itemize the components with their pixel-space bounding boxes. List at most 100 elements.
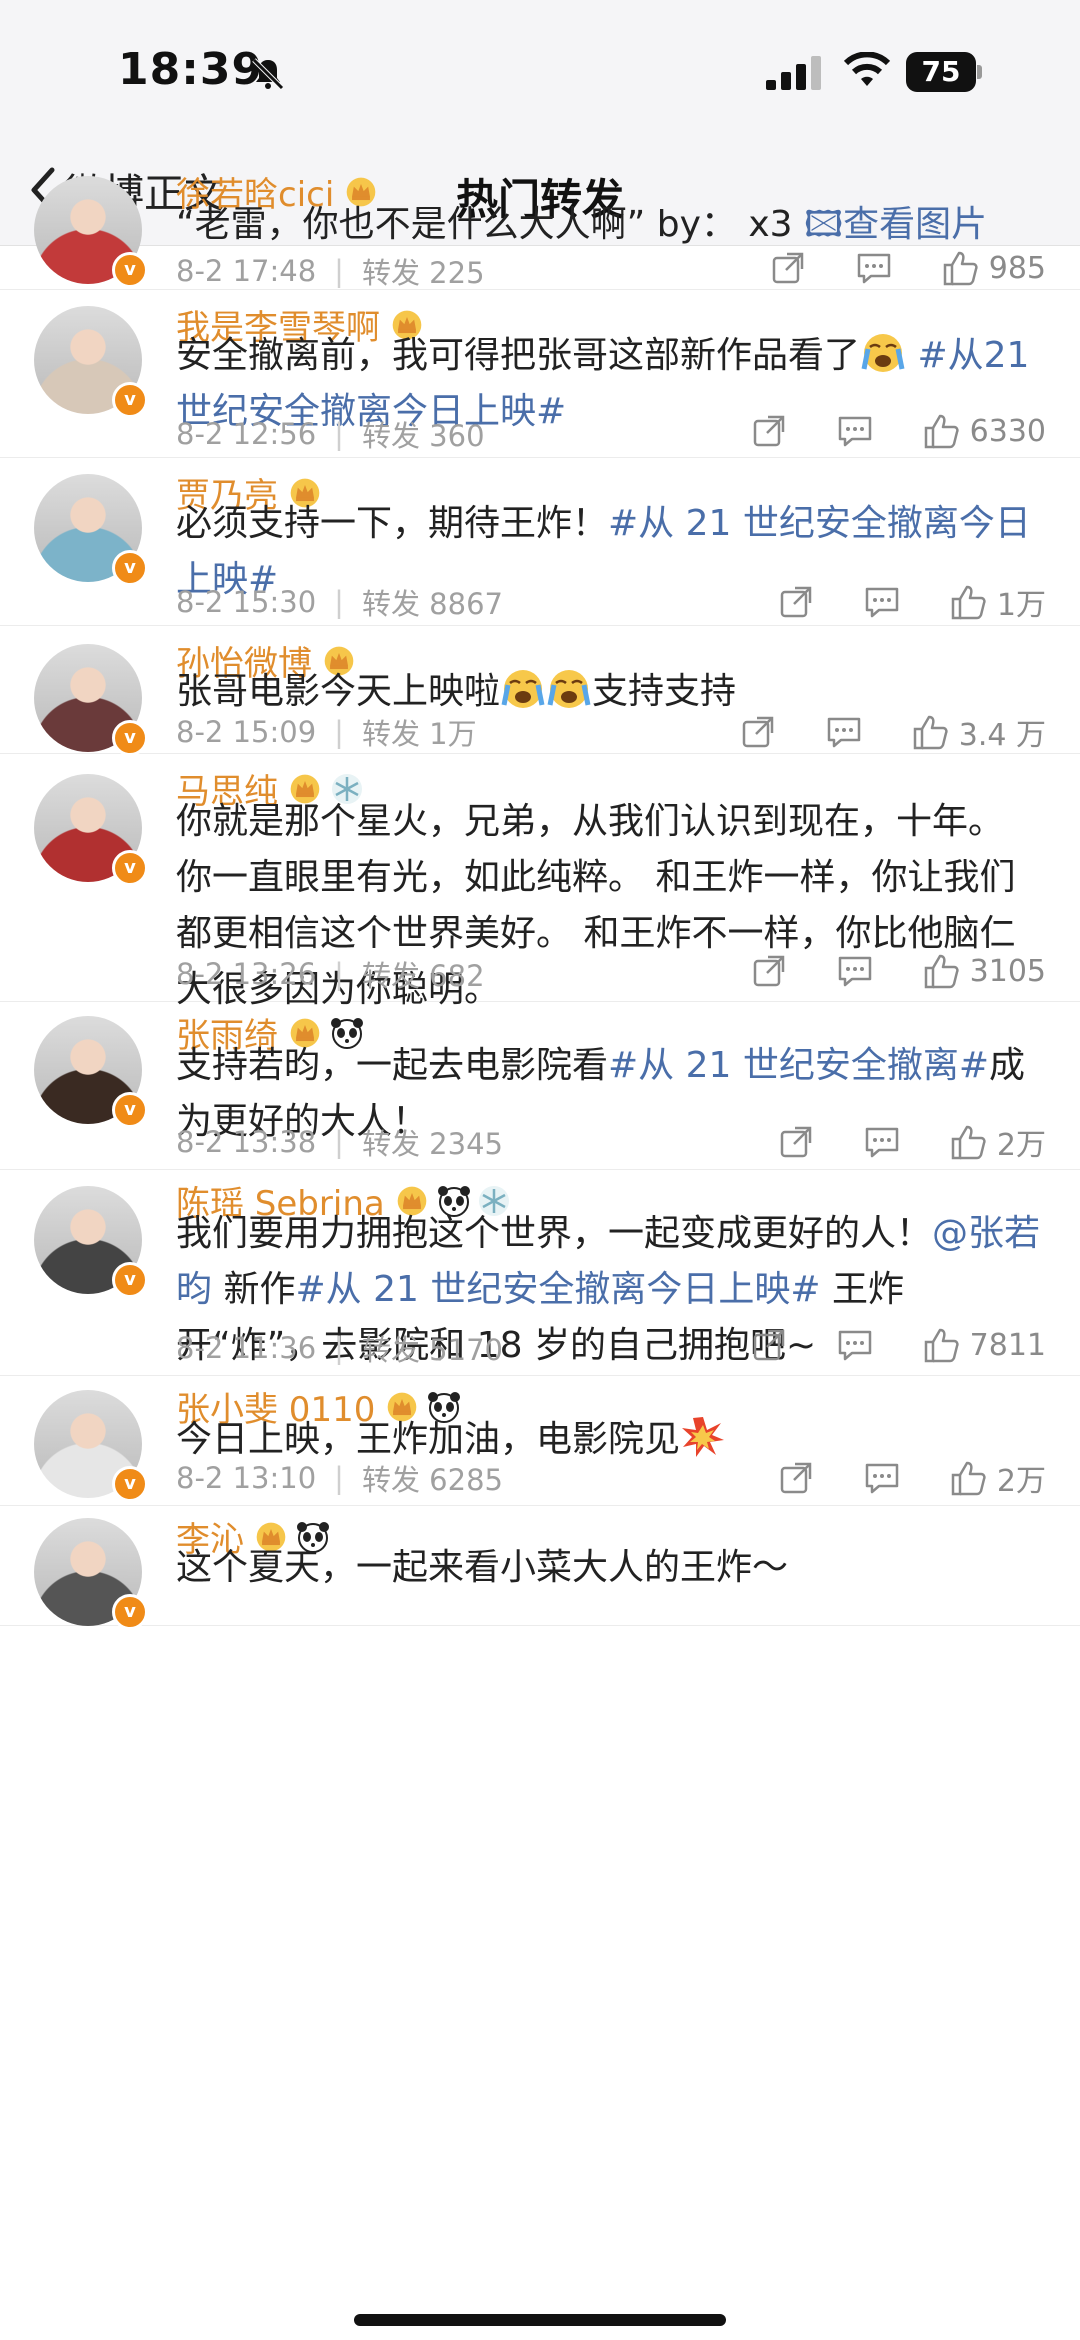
repost-item[interactable]: v 马思纯 你就是那个星火，兄弟，从我们认识到现在，十年。 你一直眼里有光，如此纯粹… — [0, 754, 1080, 1010]
verified-badge-icon: v — [112, 720, 148, 756]
timestamp: 8-2 15:09 — [176, 715, 317, 749]
like-count: 2万 — [996, 1128, 1046, 1163]
hashtag-link[interactable]: #从 21 世纪安全撤离# — [608, 1045, 989, 1086]
divider: | — [334, 417, 344, 451]
avatar[interactable]: v — [34, 474, 148, 586]
divider: | — [334, 254, 344, 288]
comment-icon[interactable] — [863, 1459, 901, 1497]
verified-badge-icon: v — [112, 1092, 148, 1128]
timestamp: 8-2 13:26 — [176, 957, 317, 991]
comment-icon[interactable] — [863, 583, 901, 621]
avatar[interactable]: v — [34, 176, 148, 288]
comment-icon[interactable] — [836, 412, 874, 450]
like-icon[interactable] — [922, 952, 960, 990]
divider: | — [334, 1331, 344, 1365]
comment-icon[interactable] — [863, 1123, 901, 1161]
avatar[interactable]: v — [34, 1390, 148, 1502]
avatar[interactable]: v — [34, 1016, 148, 1128]
text-segment: 支持支持 — [592, 671, 737, 712]
like-icon[interactable] — [911, 713, 949, 751]
avatar[interactable]: v — [34, 1186, 148, 1298]
comment-icon[interactable] — [836, 952, 874, 990]
battery-level: 75 — [906, 52, 976, 92]
divider: | — [334, 715, 344, 749]
avatar[interactable]: v — [34, 1518, 148, 1630]
repost-text: 这个夏天，一起来看小菜大人的王炸～ — [176, 1540, 1046, 1596]
crying-emoji-icon — [861, 334, 905, 372]
repost-count: 转发 360 — [361, 419, 485, 453]
action-bar: 3105 — [702, 952, 1046, 990]
verified-badge-icon: v — [112, 1262, 148, 1298]
timestamp: 8-2 11:36 — [176, 1331, 317, 1365]
avatar[interactable]: v — [34, 644, 148, 756]
verified-badge-icon: v — [112, 1466, 148, 1502]
like-count: 7811 — [969, 1327, 1046, 1363]
repost-count: 转发 5170 — [361, 1333, 503, 1367]
comment-icon[interactable] — [855, 249, 893, 287]
repost-text: “老雷，你也不是什么大人啊” by： x3 🖾查看图片 — [176, 197, 1046, 253]
repost-item[interactable]: v 徐若晗cici “老雷，你也不是什么大人啊” by： x3 🖾查看图片 8-2 1… — [0, 165, 1080, 290]
status-bar: 18:39 75 — [0, 0, 1080, 140]
text-segment: 新作 — [212, 1269, 296, 1310]
like-icon[interactable] — [949, 1123, 987, 1161]
repost-count: 转发 225 — [361, 256, 485, 290]
timestamp: 8-2 15:30 — [176, 585, 317, 619]
verified-badge-icon: v — [112, 1594, 148, 1630]
action-bar: 1万 — [729, 580, 1046, 624]
mute-bell-icon — [252, 58, 284, 90]
repost-icon[interactable] — [750, 1326, 788, 1364]
timestamp: 8-2 13:10 — [176, 1461, 317, 1495]
repost-icon[interactable] — [739, 713, 777, 751]
verified-badge-icon: v — [112, 382, 148, 418]
like-icon[interactable] — [922, 1326, 960, 1364]
text-segment: 今日上映，王炸加油，电影院见 — [176, 1419, 681, 1460]
like-count: 1万 — [996, 588, 1046, 623]
repost-count: 转发 8867 — [361, 587, 503, 621]
repost-count: 转发 1万 — [361, 717, 477, 751]
repost-item[interactable]: v 张雨绮 支持若昀，一起去电影院看#从 21 世纪安全撤离#成为更好的大人！ 8-2… — [0, 1002, 1080, 1170]
action-bar: 2万 — [729, 1456, 1046, 1500]
cellular-signal-icon — [766, 56, 821, 90]
repost-item[interactable]: v 陈瑶 Sebrina 我们要用力拥抱这个世界，一起变成更好的人！@张若昀 新作#… — [0, 1170, 1080, 1376]
avatar[interactable]: v — [34, 774, 148, 886]
like-icon[interactable] — [941, 249, 979, 287]
timestamp: 8-2 17:48 — [176, 254, 317, 288]
action-bar: 3.4 万 — [691, 710, 1046, 754]
hashtag-link[interactable]: 🖾查看图片 — [804, 204, 987, 245]
repost-icon[interactable] — [777, 1459, 815, 1497]
repost-icon[interactable] — [750, 952, 788, 990]
divider: | — [334, 957, 344, 991]
crying-emoji-icon — [501, 670, 545, 708]
repost-count: 转发 2345 — [361, 1127, 503, 1161]
like-count: 3.4 万 — [958, 718, 1046, 753]
verified-badge-icon: v — [112, 850, 148, 886]
repost-item[interactable]: v 孙怡微博 张哥电影今天上映啦 支持支持 8-2 15:09 | 转发 1万 3.4 万 — [0, 626, 1080, 756]
comment-icon[interactable] — [836, 1326, 874, 1364]
repost-item[interactable]: v 我是李雪琴啊 安全撤离前，我可得把张哥这部新作品看了 #从21世纪安全撤离今日上… — [0, 290, 1080, 458]
repost-count: 转发 6285 — [361, 1463, 503, 1497]
like-icon[interactable] — [949, 583, 987, 621]
verified-badge-icon: v — [112, 550, 148, 586]
action-bar: 2万 — [729, 1120, 1046, 1164]
explosion-emoji-icon — [682, 1417, 725, 1457]
crying-emoji-icon — [547, 670, 591, 708]
repost-icon[interactable] — [769, 249, 807, 287]
verified-badge-icon: v — [112, 252, 148, 288]
like-icon[interactable] — [922, 412, 960, 450]
like-icon[interactable] — [949, 1459, 987, 1497]
repost-count: 转发 682 — [361, 959, 485, 993]
text-segment: 张哥电影今天上映啦 — [176, 671, 501, 712]
repost-item[interactable]: v 贾乃亮 必须支持一下，期待王炸！#从 21 世纪安全撤离今日上映# 8-2 15:… — [0, 458, 1080, 626]
action-bar: 985 — [721, 249, 1046, 287]
hashtag-link[interactable]: #从 21 世纪安全撤离今日上映# — [295, 1269, 820, 1310]
text-segment: 安全撤离前，我可得把张哥这部新作品看了 — [176, 335, 861, 376]
repost-item[interactable]: v 李沁 这个夏天，一起来看小菜大人的王炸～ — [0, 1506, 1080, 1630]
repost-icon[interactable] — [777, 583, 815, 621]
comment-icon[interactable] — [825, 713, 863, 751]
avatar[interactable]: v — [34, 306, 148, 418]
home-indicator[interactable] — [354, 2314, 726, 2326]
repost-icon[interactable] — [777, 1123, 815, 1161]
repost-icon[interactable] — [750, 412, 788, 450]
text-segment: 支持若昀，一起去电影院看 — [176, 1045, 609, 1086]
repost-item[interactable]: v 张小斐 0110 今日上映，王炸加油，电影院见 8-2 13:10 | 转发 6285… — [0, 1376, 1080, 1506]
